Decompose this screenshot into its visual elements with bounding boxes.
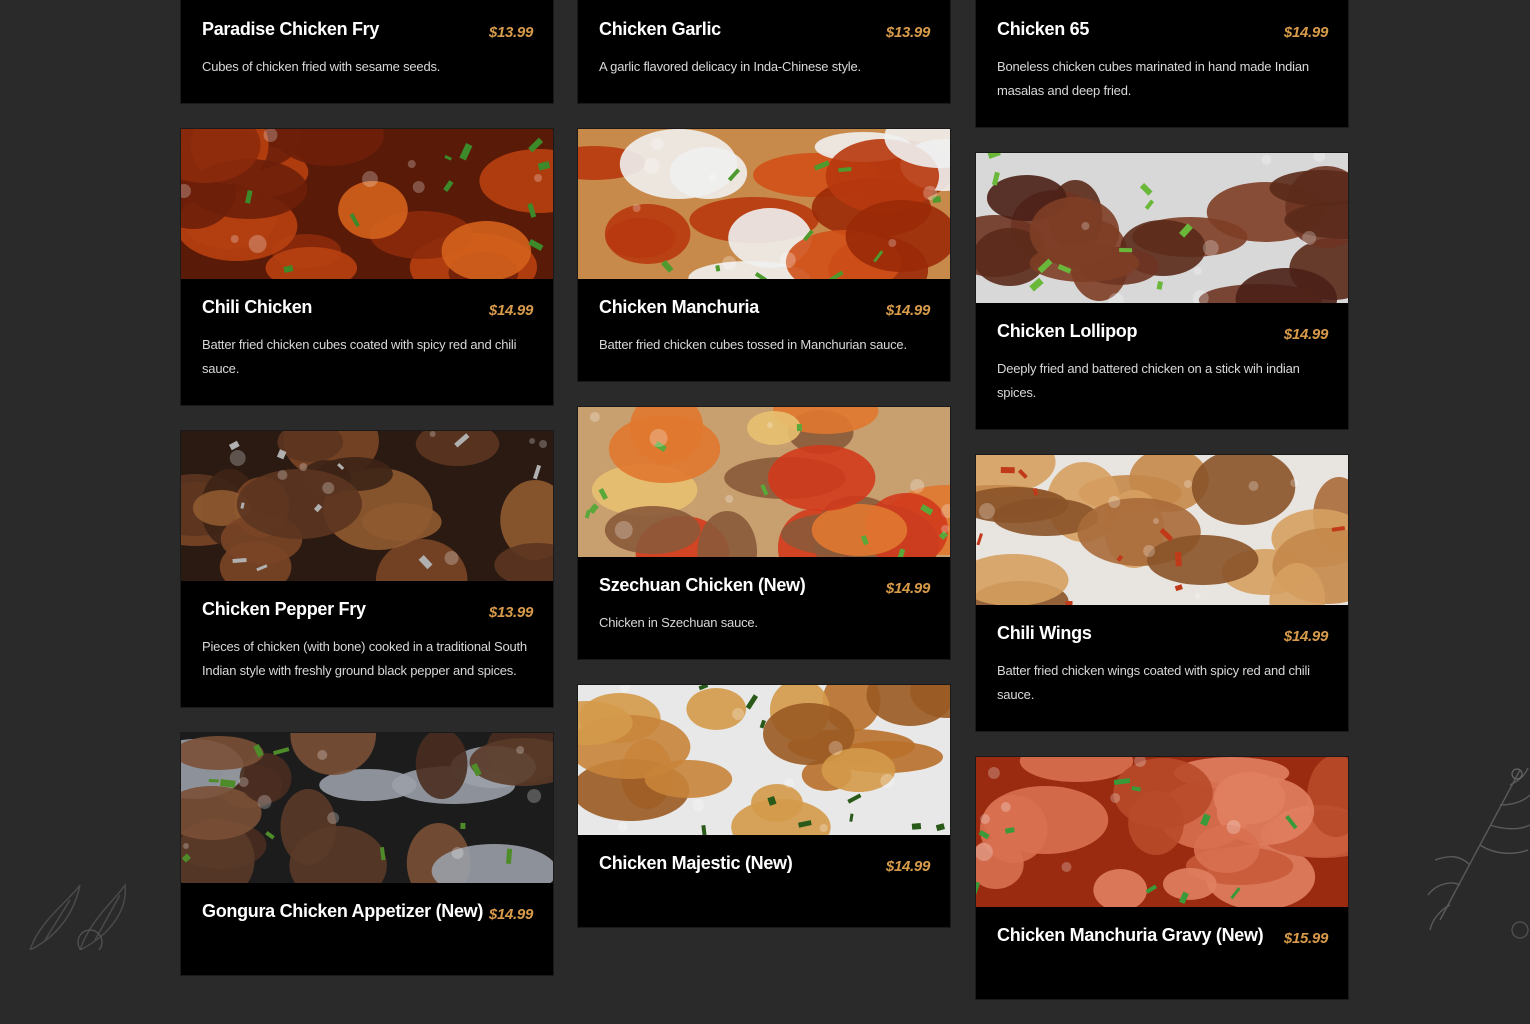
menu-item-title: Chicken Manchuria bbox=[599, 297, 759, 317]
menu-item-description: Deeply fried and battered chicken on a s… bbox=[997, 361, 1300, 400]
menu-item-price: $14.99 bbox=[1283, 326, 1328, 343]
menu-item-description: Batter fried chicken cubes coated with s… bbox=[202, 337, 517, 376]
menu-item-body: Chicken Manchuria $14.99 Batter fried chic… bbox=[578, 279, 950, 381]
menu-item-description: A garlic flavored delicacy in Inda-Chine… bbox=[599, 59, 861, 74]
menu-item-price: $14.99 bbox=[1283, 628, 1328, 645]
menu-item-description: Chicken in Szechuan sauce. bbox=[599, 615, 758, 630]
menu-item-card[interactable]: Chicken 65 $14.99 Boneless chicken cubes m… bbox=[975, 0, 1349, 128]
chili-chicken-photo bbox=[181, 129, 553, 279]
menu-item-card[interactable]: Chicken Majestic (New) $14.99 bbox=[577, 684, 951, 928]
menu-item-card[interactable]: Chili Chicken $14.99 Batter fried chicken … bbox=[180, 128, 554, 406]
menu-item-card[interactable]: Chicken Manchuria Gravy (New) $15.99 bbox=[975, 756, 1349, 1000]
menu-item-body: Chicken Majestic (New) $14.99 bbox=[578, 835, 950, 927]
menu-item-header: Paradise Chicken Fry $13.99 bbox=[202, 17, 533, 45]
menu-item-body: Chicken Lollipop $14.99 Deeply fried and b… bbox=[976, 303, 1348, 429]
menu-item-price: $14.99 bbox=[488, 906, 533, 923]
menu-item-price: $14.99 bbox=[1283, 24, 1328, 41]
menu-item-description: Boneless chicken cubes marinated in hand… bbox=[997, 59, 1309, 98]
menu-item-description: Cubes of chicken fried with sesame seeds… bbox=[202, 59, 441, 74]
menu-item-description bbox=[202, 937, 533, 951]
menu-item-card[interactable]: Chili Wings $14.99 Batter fried chicken wi… bbox=[975, 454, 1349, 732]
menu-item-price: $13.99 bbox=[488, 24, 533, 41]
menu-item-price: $13.99 bbox=[488, 604, 533, 621]
chili-wings-photo bbox=[976, 455, 1348, 605]
menu-item-title: Chicken Manchuria Gravy (New) bbox=[997, 925, 1264, 945]
menu-item-card[interactable]: Chicken Lollipop $14.99 Deeply fried and b… bbox=[975, 152, 1349, 430]
menu-item-description bbox=[599, 889, 930, 903]
menu-item-body: Chicken 65 $14.99 Boneless chicken cubes m… bbox=[976, 0, 1348, 127]
menu-item-title: Chicken Garlic bbox=[599, 19, 721, 39]
chicken-manchuria-photo bbox=[578, 129, 950, 279]
menu-item-header: Gongura Chicken Appetizer (New) $14.99 bbox=[202, 899, 533, 927]
szechuan-chicken-photo bbox=[578, 407, 950, 557]
menu-item-header: Chicken Manchuria $14.99 bbox=[599, 295, 930, 323]
menu-item-title: Chicken Majestic (New) bbox=[599, 853, 793, 873]
menu-item-card[interactable]: Gongura Chicken Appetizer (New) $14.99 bbox=[180, 732, 554, 976]
menu-item-title: Chicken 65 bbox=[997, 19, 1090, 39]
menu-item-body: Gongura Chicken Appetizer (New) $14.99 bbox=[181, 883, 553, 975]
menu-item-price: $14.99 bbox=[488, 302, 533, 319]
chicken-lollipop-photo bbox=[976, 153, 1348, 303]
gongura-chicken-photo bbox=[181, 733, 553, 883]
menu-item-card[interactable]: Paradise Chicken Fry $13.99 Cubes of chick… bbox=[180, 0, 554, 104]
menu-item-price: $14.99 bbox=[885, 858, 930, 875]
menu-item-body: Chicken Manchuria Gravy (New) $15.99 bbox=[976, 907, 1348, 999]
menu-item-price: $14.99 bbox=[885, 580, 930, 597]
menu-item-header: Chicken Pepper Fry $13.99 bbox=[202, 597, 533, 625]
menu-item-description: Batter fried chicken wings coated with s… bbox=[997, 663, 1310, 702]
menu-grid: Paradise Chicken Fry $13.99 Cubes of chick… bbox=[0, 0, 1530, 1000]
menu-item-title: Gongura Chicken Appetizer (New) bbox=[202, 901, 484, 921]
menu-item-body: Chicken Pepper Fry $13.99 Pieces of chicke… bbox=[181, 581, 553, 707]
menu-item-description: Batter fried chicken cubes tossed in Man… bbox=[599, 337, 907, 352]
menu-item-title: Paradise Chicken Fry bbox=[202, 19, 380, 39]
menu-item-description bbox=[997, 961, 1328, 975]
menu-item-body: Szechuan Chicken (New) $14.99 Chicken in S… bbox=[578, 557, 950, 659]
menu-item-title: Chili Chicken bbox=[202, 297, 313, 317]
menu-column-2: Chicken Garlic $13.99 A garlic flavored de… bbox=[577, 0, 951, 952]
menu-item-title: Chicken Pepper Fry bbox=[202, 599, 366, 619]
menu-item-card[interactable]: Chicken Pepper Fry $13.99 Pieces of chicke… bbox=[180, 430, 554, 708]
chicken-majestic-photo bbox=[578, 685, 950, 835]
menu-item-body: Paradise Chicken Fry $13.99 Cubes of chick… bbox=[181, 0, 553, 103]
menu-column-3: Chicken 65 $14.99 Boneless chicken cubes m… bbox=[975, 0, 1349, 1024]
menu-item-card[interactable]: Szechuan Chicken (New) $14.99 Chicken in S… bbox=[577, 406, 951, 660]
menu-item-body: Chili Chicken $14.99 Batter fried chicken … bbox=[181, 279, 553, 405]
menu-item-price: $13.99 bbox=[885, 24, 930, 41]
menu-item-body: Chicken Garlic $13.99 A garlic flavored de… bbox=[578, 0, 950, 103]
menu-item-header: Chicken Majestic (New) $14.99 bbox=[599, 851, 930, 879]
menu-item-header: Chili Chicken $14.99 bbox=[202, 295, 533, 323]
menu-item-description: Pieces of chicken (with bone) cooked in … bbox=[202, 639, 527, 678]
menu-item-header: Chili Wings $14.99 bbox=[997, 621, 1328, 649]
menu-item-price: $14.99 bbox=[885, 302, 930, 319]
menu-item-title: Chili Wings bbox=[997, 623, 1092, 643]
menu-item-header: Chicken Lollipop $14.99 bbox=[997, 319, 1328, 347]
menu-column-1: Paradise Chicken Fry $13.99 Cubes of chick… bbox=[180, 0, 554, 1000]
menu-item-title: Chicken Lollipop bbox=[997, 321, 1138, 341]
menu-item-card[interactable]: Chicken Manchuria $14.99 Batter fried chic… bbox=[577, 128, 951, 382]
menu-item-title: Szechuan Chicken (New) bbox=[599, 575, 806, 595]
menu-item-body: Chili Wings $14.99 Batter fried chicken wi… bbox=[976, 605, 1348, 731]
menu-item-card[interactable]: Chicken Garlic $13.99 A garlic flavored de… bbox=[577, 0, 951, 104]
menu-item-header: Chicken Garlic $13.99 bbox=[599, 17, 930, 45]
chicken-pepper-fry-photo bbox=[181, 431, 553, 581]
chicken-manchuria-gravy-photo bbox=[976, 757, 1348, 907]
menu-item-header: Szechuan Chicken (New) $14.99 bbox=[599, 573, 930, 601]
menu-item-header: Chicken 65 $14.99 bbox=[997, 17, 1328, 45]
menu-item-price: $15.99 bbox=[1283, 930, 1328, 947]
